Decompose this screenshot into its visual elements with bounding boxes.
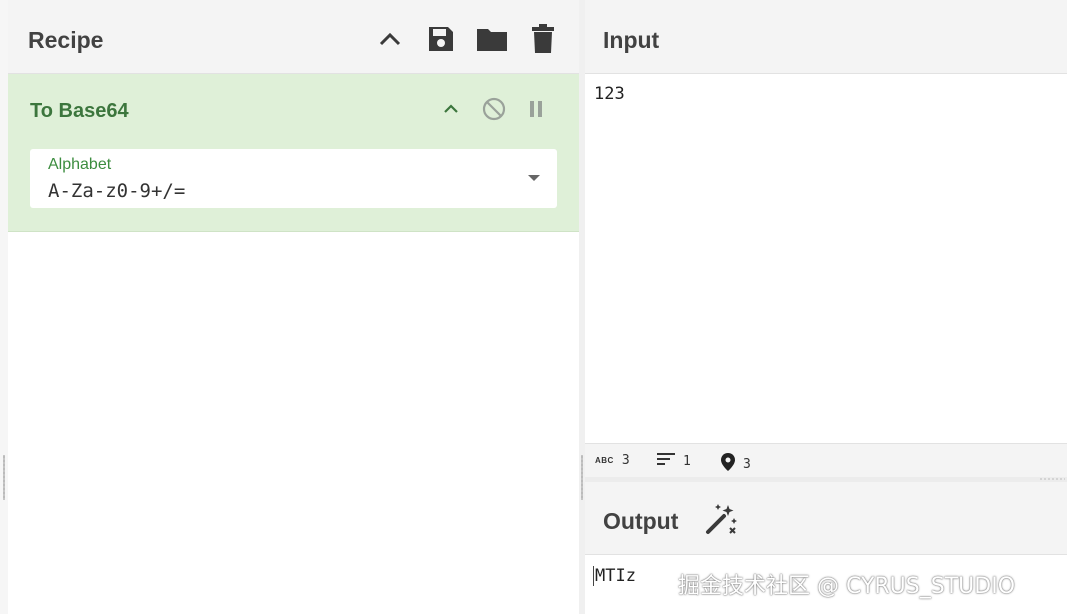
length-stat: ABC 3 xyxy=(595,453,630,468)
folder-icon[interactable] xyxy=(475,22,509,56)
pause-icon[interactable] xyxy=(521,94,551,124)
recipe-title: Recipe xyxy=(28,27,104,53)
left-gutter xyxy=(0,0,8,614)
output-title: Output xyxy=(603,508,679,534)
lines-value: 1 xyxy=(683,453,691,469)
watermark: 掘金技术社区 @ CYRUS_STUDIO xyxy=(678,574,1016,599)
resize-grip[interactable] xyxy=(581,455,583,500)
input-textarea[interactable]: 123 xyxy=(594,84,625,104)
input-panel: Input 123 ABC 3 1 3 xyxy=(585,0,1067,478)
position-value: 3 xyxy=(743,456,751,472)
alphabet-value[interactable]: A-Za-z0-9+/= xyxy=(48,180,185,202)
operation-to-base64[interactable]: To Base64 Alphabet A-Za-z0-9+/= xyxy=(8,74,579,232)
output-header: Output xyxy=(585,482,1067,555)
disable-icon[interactable] xyxy=(479,94,509,124)
location-pin-icon xyxy=(721,453,735,475)
trash-icon[interactable] xyxy=(526,22,560,56)
position-stat: 3 xyxy=(721,453,751,475)
chevron-up-icon[interactable] xyxy=(373,22,407,56)
alphabet-label: Alphabet xyxy=(48,156,112,173)
dropdown-caret-icon[interactable] xyxy=(528,175,540,181)
magic-wand-icon[interactable] xyxy=(702,500,740,538)
lines-stat: 1 xyxy=(657,453,691,469)
recipe-header: Recipe xyxy=(8,0,579,74)
input-title: Input xyxy=(603,27,660,53)
input-status-bar: ABC 3 1 3 xyxy=(585,443,1067,478)
resize-grip[interactable] xyxy=(3,455,5,500)
operation-title: To Base64 xyxy=(30,100,129,122)
abc-icon: ABC xyxy=(595,456,614,465)
lines-icon xyxy=(657,453,675,469)
input-header: Input xyxy=(585,0,1067,74)
alphabet-select[interactable]: Alphabet A-Za-z0-9+/= xyxy=(30,149,557,208)
length-value: 3 xyxy=(621,453,630,468)
recipe-panel: Recipe To Base64 Alphabet A-Za-z0-9+/= xyxy=(8,0,579,614)
output-textarea[interactable]: MTIz xyxy=(593,566,636,586)
save-icon[interactable] xyxy=(424,22,458,56)
chevron-up-icon[interactable] xyxy=(436,94,466,124)
resize-grip[interactable] xyxy=(1039,478,1065,480)
